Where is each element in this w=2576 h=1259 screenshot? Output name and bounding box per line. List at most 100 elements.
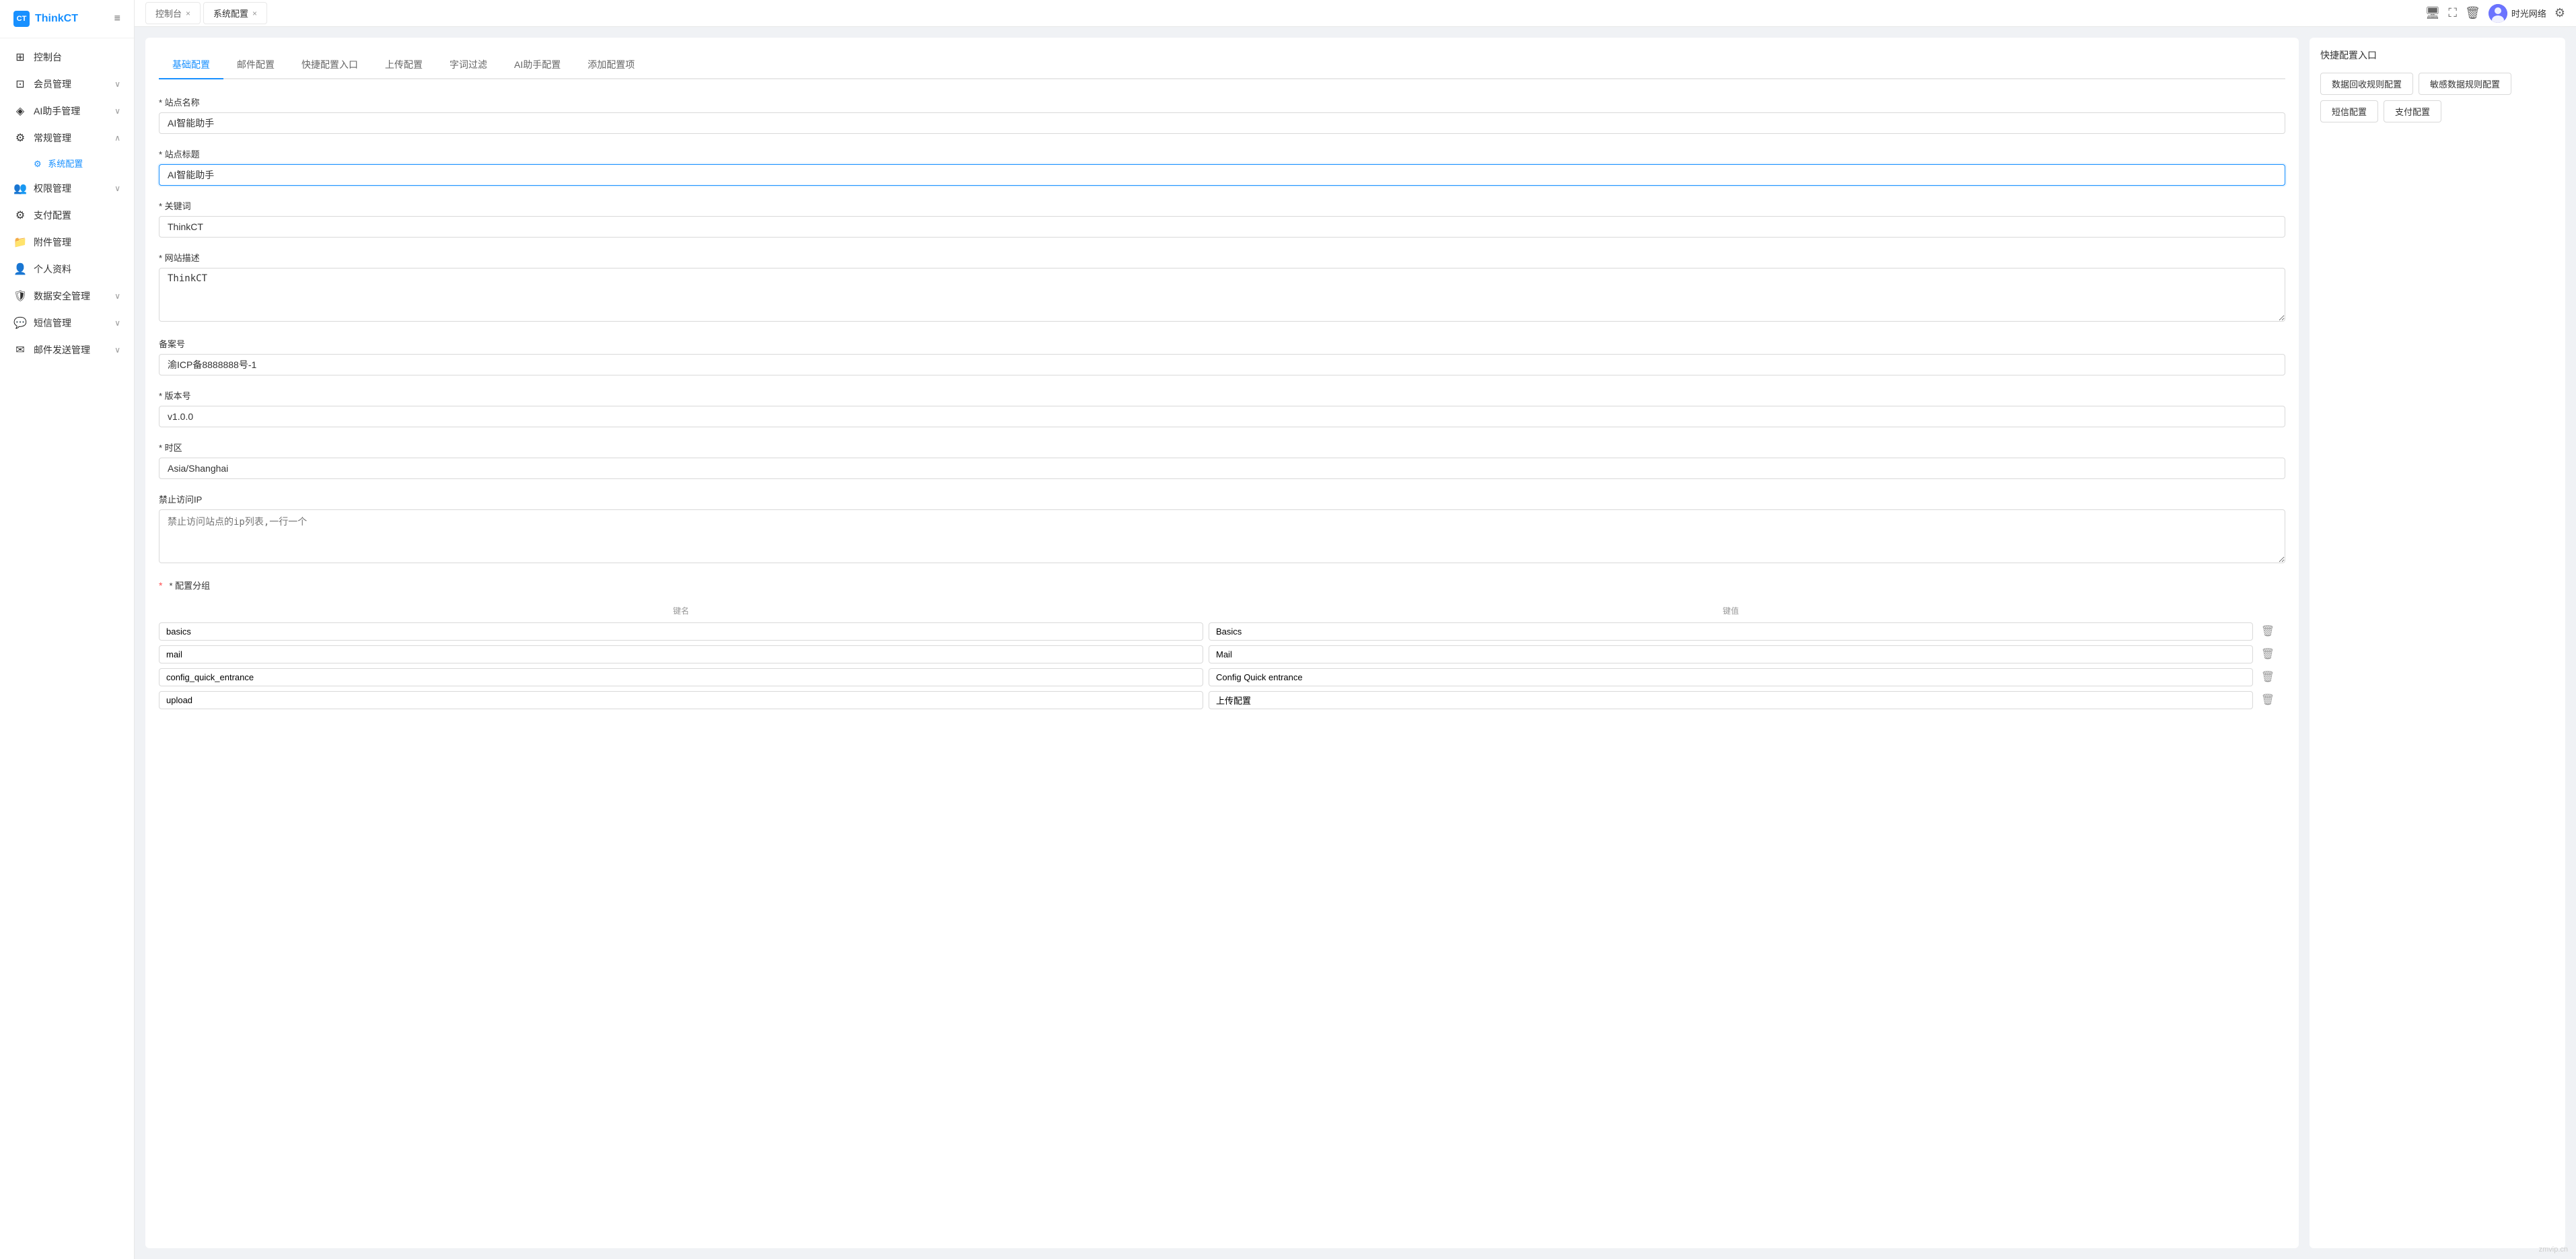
sidebar-item-label: 支付配置 (34, 209, 71, 222)
site-name-input[interactable] (159, 112, 2285, 134)
delete-row-button[interactable]: 🗑 (2258, 622, 2277, 641)
sidebar-item-payment[interactable]: ⚙ 支付配置 (0, 202, 134, 229)
keyword-label: * 关键词 (159, 199, 2285, 212)
sidebar-item-sms[interactable]: 💬 短信管理 ∨ (0, 310, 134, 336)
delete-row-button[interactable]: 🗑 (2258, 668, 2277, 686)
banned-ip-label: 禁止访问IP (159, 493, 2285, 505)
table-row: 🗑 (159, 645, 2285, 663)
site-name-group: * 站点名称 (159, 96, 2285, 134)
tab-basic-config[interactable]: 基础配置 (159, 51, 223, 79)
quick-link-payment-config[interactable]: 支付配置 (2384, 100, 2441, 122)
member-icon: ⊡ (13, 77, 27, 91)
tab-dashboard[interactable]: 控制台 × (145, 2, 201, 24)
sidebar-item-label: 权限管理 (34, 182, 71, 195)
sidebar-item-attachment[interactable]: 📁 附件管理 (0, 229, 134, 256)
content-area: 基础配置 邮件配置 快捷配置入口 上传配置 字词过滤 AI助手配置 (135, 27, 2576, 1259)
sidebar-logo: CT ThinkCT ≡ (0, 0, 134, 38)
sidebar-item-label: 数据安全管理 (34, 289, 90, 303)
config-value-input[interactable] (1209, 691, 2253, 709)
quick-link-sms-config[interactable]: 短信配置 (2320, 100, 2378, 122)
description-input[interactable]: ThinkCT (159, 268, 2285, 322)
sidebar-item-system-config[interactable]: ⚙ 系统配置 (0, 151, 134, 175)
tab-ai-assistant[interactable]: AI助手配置 (501, 51, 574, 79)
keyword-group: * 关键词 (159, 199, 2285, 238)
monitor-icon[interactable]: 🖥 (2425, 6, 2441, 20)
quick-links: 数据回收规则配置 敏感数据规则配置 短信配置 支付配置 (2320, 73, 2554, 122)
ai-icon: ◈ (13, 104, 27, 118)
tabs-bar: 控制台 × 系统配置 × 🖥 ⛶ 🗑 时光网络 ⚙ (135, 0, 2576, 27)
site-name-label: * 站点名称 (159, 96, 2285, 108)
sidebar-item-profile[interactable]: 👤 个人资料 (0, 256, 134, 283)
icp-group: 备案号 (159, 337, 2285, 375)
tab-label: 控制台 (155, 7, 182, 20)
banned-ip-input[interactable] (159, 509, 2285, 563)
sidebar-item-dashboard[interactable]: ⊞ 控制台 (0, 44, 134, 71)
sidebar-item-member[interactable]: ⊡ 会员管理 ∨ (0, 71, 134, 98)
sidebar-item-data-security[interactable]: 🛡 数据安全管理 ∨ (0, 283, 134, 310)
table-row: 🗑 (159, 690, 2285, 709)
tab-system-config[interactable]: 系统配置 × (203, 2, 267, 24)
payment-icon: ⚙ (13, 209, 27, 222)
icp-label: 备案号 (159, 337, 2285, 350)
top-right-actions: 🖥 ⛶ 🗑 时光网络 ⚙ (2425, 4, 2565, 23)
required-star: * (159, 580, 162, 591)
sidebar-item-ai[interactable]: ◈ AI助手管理 ∨ (0, 98, 134, 124)
site-title-input[interactable] (159, 164, 2285, 186)
config-key-input[interactable] (159, 645, 1203, 663)
tab-add-config[interactable]: 添加配置项 (574, 51, 648, 79)
email-icon: ✉ (13, 343, 27, 357)
settings-icon[interactable]: ⚙ (2554, 6, 2565, 20)
version-input[interactable] (159, 406, 2285, 427)
close-icon[interactable]: × (186, 9, 190, 18)
right-panel-title: 快捷配置入口 (2320, 48, 2554, 62)
version-label: * 版本号 (159, 389, 2285, 402)
col-value-header: 键值 (1209, 605, 2253, 616)
config-value-input[interactable] (1209, 668, 2253, 686)
config-key-input[interactable] (159, 691, 1203, 709)
user-info[interactable]: 时光网络 (2489, 4, 2546, 23)
icp-input[interactable] (159, 354, 2285, 375)
sidebar-item-label: 系统配置 (48, 159, 83, 169)
chevron-down-icon: ∨ (114, 106, 120, 116)
timezone-group: * 时区 (159, 441, 2285, 479)
sidebar-toggle-button[interactable]: ≡ (114, 13, 120, 25)
delete-row-button[interactable]: 🗑 (2258, 690, 2277, 709)
sms-icon: 💬 (13, 316, 27, 330)
general-icon: ⚙ (13, 131, 27, 145)
delete-row-button[interactable]: 🗑 (2258, 645, 2277, 663)
quick-link-data-receive[interactable]: 数据回收规则配置 (2320, 73, 2413, 95)
chevron-down-icon: ∨ (114, 184, 120, 193)
sidebar-item-permission[interactable]: 👥 权限管理 ∨ (0, 175, 134, 202)
sidebar-item-general[interactable]: ⚙ 常规管理 ∧ (0, 124, 134, 151)
quick-link-sensitive-data[interactable]: 敏感数据规则配置 (2419, 73, 2511, 95)
config-value-input[interactable] (1209, 645, 2253, 663)
config-value-input[interactable] (1209, 622, 2253, 641)
permission-icon: 👥 (13, 182, 27, 195)
site-title-group: * 站点标题 (159, 147, 2285, 186)
avatar (2489, 4, 2507, 23)
config-key-input[interactable] (159, 668, 1203, 686)
delete-icon[interactable]: 🗑 (2465, 6, 2480, 20)
sidebar-item-email[interactable]: ✉ 邮件发送管理 ∨ (0, 336, 134, 363)
table-row: 🗑 (159, 668, 2285, 686)
table-row: 🗑 (159, 622, 2285, 641)
close-icon[interactable]: × (252, 9, 257, 18)
expand-icon[interactable]: ⛶ (2448, 6, 2457, 20)
tab-mail-config[interactable]: 邮件配置 (223, 51, 288, 79)
col-headers: 键名 键值 (159, 600, 2285, 622)
sidebar-menu: ⊞ 控制台 ⊡ 会员管理 ∨ ◈ AI助手管理 ∨ ⚙ 常规管理 ∧ ⚙ 系统配… (0, 38, 134, 1259)
sidebar-item-label: 控制台 (34, 50, 62, 64)
config-key-input[interactable] (159, 622, 1203, 641)
form-panel: 基础配置 邮件配置 快捷配置入口 上传配置 字词过滤 AI助手配置 (145, 38, 2299, 1248)
sidebar-item-label: 附件管理 (34, 236, 71, 249)
gear-icon: ⚙ (34, 159, 42, 169)
col-key-header: 键名 (159, 605, 1203, 616)
keyword-input[interactable] (159, 216, 2285, 238)
sidebar-item-label: 短信管理 (34, 316, 71, 330)
profile-icon: 👤 (13, 262, 27, 276)
tab-word-filter[interactable]: 字词过滤 (436, 51, 501, 79)
tab-quick-entrance[interactable]: 快捷配置入口 (288, 51, 371, 79)
config-group-header: * * 配置分组 (159, 579, 2285, 591)
timezone-input[interactable] (159, 458, 2285, 479)
tab-upload-config[interactable]: 上传配置 (371, 51, 436, 79)
